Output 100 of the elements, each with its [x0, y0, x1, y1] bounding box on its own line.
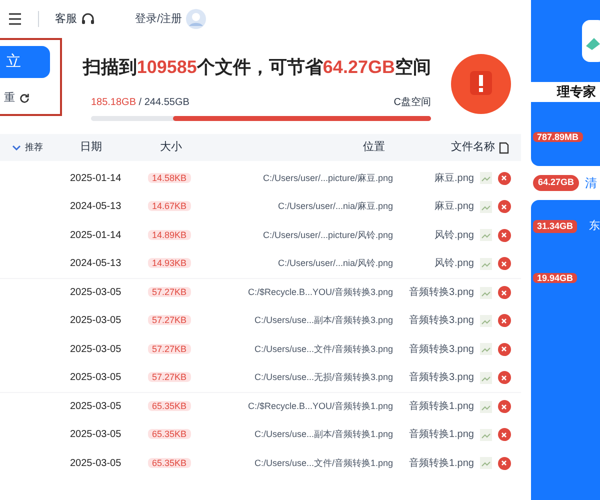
remove-button[interactable] — [498, 456, 511, 470]
image-thumbnail-icon — [480, 258, 492, 270]
file-name: 音频转换1.png — [408, 456, 474, 471]
column-header: 文件名称 — [450, 140, 495, 156]
rescan-button[interactable]: 重 — [0, 90, 60, 106]
image-thumbnail-icon — [480, 428, 492, 441]
close-icon — [501, 346, 508, 352]
close-icon — [501, 232, 508, 238]
location-cell-text: C:/Users/use...无损/音频转换3.png — [253, 371, 394, 384]
location-cell-text: C:/Users/use...副本/音频转换1.png — [253, 428, 394, 441]
close-icon — [501, 374, 508, 381]
file-name: 风铃.png — [434, 228, 474, 243]
close-icon — [501, 290, 508, 296]
file-name: 音频转换3.png — [408, 342, 474, 357]
image-thumbnail-icon — [480, 400, 492, 413]
login-button[interactable]: 登录/注册 — [135, 9, 206, 29]
file-name: 风铃.png — [434, 257, 474, 272]
size-tag: 31.34GB — [532, 220, 577, 233]
location-cell-text: C:/$Recycle.B...YOU/音频转换1.png — [246, 400, 394, 413]
location-cell-text: C:/Users/use...文件/音频转换3.png — [253, 342, 394, 356]
date-cell-text: 2025-01-14 — [69, 172, 122, 186]
image-thumbnail-icon — [480, 314, 492, 327]
refresh-icon — [19, 92, 30, 104]
clean-link[interactable]: 清 — [585, 174, 597, 192]
size-tag: 65.35KB — [148, 429, 191, 440]
close-icon — [501, 318, 508, 324]
date-cell-text: 2024-05-13 — [69, 257, 122, 272]
location-cell-text: C:/Users/user/...picture/麻豆.png — [262, 172, 394, 185]
date-cell-text: 2025-03-05 — [69, 342, 122, 357]
remove-button[interactable] — [498, 200, 511, 214]
size-tag: 14.67KB — [148, 201, 191, 212]
support-button[interactable]: 客服 — [55, 10, 95, 28]
date-cell-text: 2025-03-05 — [69, 400, 122, 414]
avatar-icon — [186, 9, 206, 29]
image-thumbnail-icon — [480, 343, 492, 356]
remove-button[interactable] — [498, 371, 511, 384]
remove-button[interactable] — [498, 428, 511, 442]
image-thumbnail-icon — [480, 200, 492, 213]
image-thumbnail-icon — [480, 229, 492, 242]
location-cell-text: C:/Users/use...副本/音频转换3.png — [253, 314, 394, 327]
disk-label: C盘空间 — [394, 96, 431, 110]
remove-button[interactable] — [498, 400, 511, 414]
column-header: 大小 — [159, 140, 183, 156]
image-thumbnail-icon — [480, 286, 492, 299]
size-tag: 14.58KB — [148, 172, 191, 183]
date-cell-text: 2025-01-14 — [69, 228, 122, 243]
file-name: 音频转换1.png — [408, 428, 474, 442]
close-icon — [501, 204, 508, 210]
file-icon — [498, 142, 509, 154]
size-tag: 14.93KB — [148, 258, 191, 268]
headset-icon — [81, 12, 95, 26]
size-tag: 19.94GB — [532, 272, 577, 282]
close-icon — [501, 432, 508, 438]
location-cell-text: C:/Users/use...文件/音频转换1.png — [253, 456, 394, 470]
image-thumbnail-icon — [480, 372, 492, 384]
date-cell-text: 2025-03-05 — [69, 428, 122, 442]
file-name: 音频转换3.png — [408, 370, 474, 386]
tool-title: 理专家 — [530, 82, 600, 102]
menu-icon[interactable] — [8, 13, 22, 25]
image-thumbnail-icon — [480, 457, 492, 470]
location-cell-text: C:/Users/user/...picture/风铃.png — [262, 228, 394, 242]
date-cell-text: 2025-03-05 — [69, 286, 122, 300]
disk-usage: 185.18GB / 244.55GB — [90, 96, 190, 110]
size-tag: 14.89KB — [148, 230, 191, 240]
remove-button[interactable] — [498, 342, 511, 356]
remove-button[interactable] — [498, 172, 511, 185]
date-cell-text: 2025-03-05 — [69, 456, 122, 471]
close-icon — [501, 460, 508, 466]
size-tag: 65.35KB — [148, 458, 191, 468]
remove-button[interactable] — [498, 286, 511, 300]
file-name: 音频转换3.png — [408, 286, 474, 300]
size-tag: 57.27KB — [148, 344, 191, 354]
location-cell-text: C:/Users/user/...nia/风铃.png — [276, 257, 394, 270]
remove-button[interactable] — [498, 228, 511, 242]
file-name: 音频转换3.png — [408, 314, 474, 328]
date-cell-text: 2024-05-13 — [69, 200, 122, 214]
size-tag: 57.27KB — [148, 287, 191, 298]
file-name: 麻豆.png — [434, 172, 474, 186]
close-icon — [501, 260, 508, 267]
column-header: 日期 — [79, 140, 103, 156]
location-cell-text: C:/$Recycle.B...YOU/音频转换3.png — [246, 286, 394, 299]
size-tag: 57.27KB — [148, 372, 191, 382]
close-icon — [501, 404, 508, 410]
image-thumbnail-icon — [480, 172, 492, 184]
alert-badge-icon — [450, 53, 512, 115]
date-cell-text: 2025-03-05 — [69, 371, 122, 386]
sort-dropdown[interactable]: 推荐 — [0, 140, 60, 154]
card-label: 东 — [589, 218, 600, 234]
size-tag: 787.89MB — [532, 132, 582, 142]
scan-headline: 扫描到109585个文件，可节省64.27GB空间 — [82, 56, 431, 79]
column-header: 位置 — [362, 140, 386, 156]
clean-button[interactable]: 立 — [0, 46, 50, 78]
date-cell-text: 2025-03-05 — [69, 314, 122, 328]
remove-button[interactable] — [498, 257, 511, 270]
chevron-down-icon — [12, 144, 21, 150]
location-cell-text: C:/Users/user/...nia/麻豆.png — [276, 200, 394, 213]
size-tag: 65.35KB — [148, 401, 191, 412]
file-name: 音频转换1.png — [408, 400, 474, 414]
remove-button[interactable] — [498, 314, 511, 328]
size-tag: 64.27GB — [532, 175, 579, 191]
